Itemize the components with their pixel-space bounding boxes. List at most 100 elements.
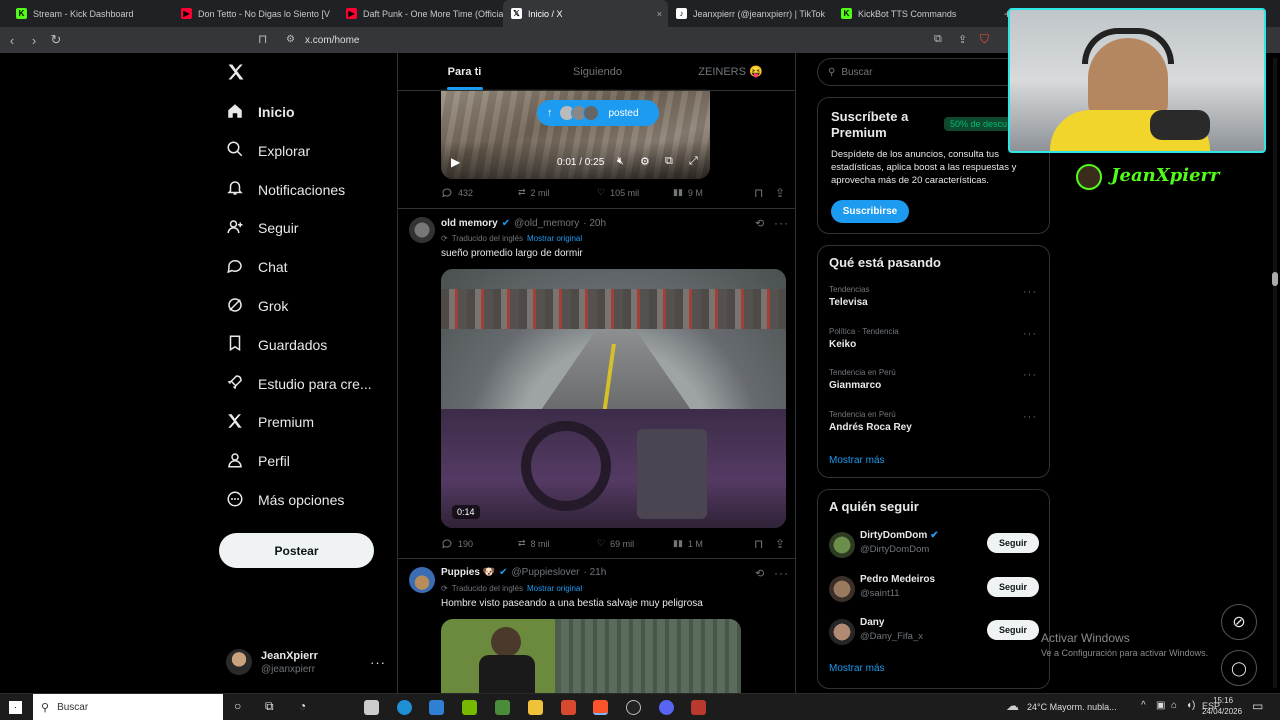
post-button[interactable]: Postear <box>219 533 374 568</box>
taskbar-search[interactable]: ⚲ Buscar <box>33 694 223 720</box>
x-logo-icon[interactable] <box>226 62 246 85</box>
back-icon[interactable]: ‹ <box>2 33 22 48</box>
more-icon[interactable]: ··· <box>774 566 789 580</box>
tab-para-ti[interactable]: Para ti <box>398 53 531 90</box>
url-field[interactable]: x.com/home <box>305 35 359 46</box>
discord-icon[interactable] <box>659 700 674 715</box>
forward-icon[interactable]: › <box>24 33 44 48</box>
scrollbar-track[interactable] <box>1273 58 1277 688</box>
sidebar-item-perfil[interactable]: Perfil <box>226 449 290 473</box>
account-avatar[interactable] <box>226 649 252 675</box>
trend-item[interactable]: Tendencia en Perú Andrés Roca Rey <box>829 410 912 433</box>
speedometer-icon[interactable]: ◔ <box>299 699 306 713</box>
bookmark-icon[interactable]: ⊓ <box>754 537 763 551</box>
weather-icon[interactable]: ☁ <box>1006 698 1019 714</box>
site-info-icon[interactable]: ⚙ <box>286 34 295 45</box>
sidebar-item-más[interactable]: Más opciones <box>226 488 344 512</box>
browser-tab[interactable]: ♪ Jeanxpierr (@jeanxpierr) | TikTok <box>668 0 833 27</box>
share-icon[interactable]: ⇪ <box>775 186 785 200</box>
browser-tab[interactable]: K Stream - Kick Dashboard <box>8 0 173 27</box>
trend-more-icon[interactable]: ··· <box>1023 369 1037 381</box>
cortana-icon[interactable]: ○ <box>234 699 241 713</box>
views-button[interactable]: ▮▮ 9 M <box>673 187 703 198</box>
post-avatar[interactable] <box>409 217 435 243</box>
trend-more-icon[interactable]: ··· <box>1023 328 1037 340</box>
windows-start-icon[interactable] <box>9 701 22 714</box>
grok-icon[interactable]: ⟲ <box>755 567 764 580</box>
reload-icon[interactable]: ↻ <box>46 32 66 48</box>
trend-item[interactable]: Tendencias Televisa <box>829 285 869 308</box>
follow-name-row[interactable]: Dany <box>860 617 884 628</box>
edge-icon[interactable] <box>397 700 412 715</box>
follow-show-more[interactable]: Mostrar más <box>829 663 885 674</box>
like-button[interactable]: ♡ 105 mil <box>597 187 639 198</box>
nvidia-icon[interactable] <box>462 700 477 715</box>
fullscreen-icon[interactable]: ⤢ <box>689 155 698 168</box>
post3-image[interactable] <box>441 619 741 693</box>
follow-button[interactable]: Seguir <box>987 620 1039 640</box>
tab-zeiners[interactable]: ZEINERS 😝 <box>664 53 795 90</box>
app-icon[interactable] <box>561 700 576 715</box>
post-author[interactable]: old memory <box>441 218 498 229</box>
share-icon[interactable]: ⇪ <box>958 33 967 46</box>
sidebar-item-explorar[interactable]: Explorar <box>226 139 310 163</box>
store-icon[interactable] <box>364 700 379 715</box>
play-icon[interactable]: ▶ <box>451 155 460 169</box>
trend-item[interactable]: Política · Tendencia Keiko <box>829 327 899 350</box>
clock-date[interactable]: 24/04/2026 <box>1202 707 1242 716</box>
sidebar-item-premium[interactable]: Premium <box>226 410 314 434</box>
trend-item[interactable]: Tendencia en Perú Gianmarco <box>829 368 896 391</box>
follow-avatar[interactable] <box>829 532 855 558</box>
account-menu-icon[interactable]: ··· <box>370 655 386 670</box>
minecraft-icon[interactable] <box>495 700 510 715</box>
views-button[interactable]: ▮▮ 1 M <box>673 538 703 549</box>
mute-icon[interactable]: 🔇︎ <box>617 155 624 168</box>
folder-icon[interactable] <box>528 700 543 715</box>
trends-show-more[interactable]: Mostrar más <box>829 455 885 466</box>
close-tab-icon[interactable]: × <box>657 9 662 19</box>
brave-icon[interactable] <box>593 700 608 715</box>
grok-icon[interactable]: ⟲ <box>755 217 764 230</box>
sidebar-item-seguir[interactable]: Seguir <box>226 216 298 240</box>
trend-more-icon[interactable]: ··· <box>1023 286 1037 298</box>
follow-button[interactable]: Seguir <box>987 533 1039 553</box>
sidebar-item-notificaciones[interactable]: Notificaciones <box>226 178 345 202</box>
tab-siguiendo[interactable]: Siguiendo <box>531 53 664 90</box>
bookmark-page-icon[interactable]: ⊓ <box>258 32 267 46</box>
post-handle[interactable]: @old_memory <box>514 218 579 229</box>
sidebar-item-grok[interactable]: Grok <box>226 294 288 318</box>
follow-avatar[interactable] <box>829 619 855 645</box>
repost-button[interactable]: ⇄ 2 mil <box>518 187 550 198</box>
new-posts-pill[interactable]: ↑ posted <box>537 100 659 126</box>
follow-avatar[interactable] <box>829 575 855 602</box>
mail-icon[interactable] <box>429 700 444 715</box>
pip-icon[interactable]: ⧉ <box>665 155 673 168</box>
show-original-link[interactable]: Mostrar original <box>527 234 582 243</box>
reply-button[interactable]: 190 <box>441 538 473 550</box>
scrollbar-thumb[interactable] <box>1272 272 1278 286</box>
bookmark-icon[interactable]: ⊓ <box>754 186 763 200</box>
browser-tab[interactable]: ▶ Don Tetto - No Digas lo Siento [V <box>173 0 338 27</box>
weather-text[interactable]: 24°C Mayorm. nubla... <box>1027 702 1117 712</box>
brave-shield-icon[interactable]: ⛉ <box>980 32 989 47</box>
sidebar-item-guardados[interactable]: Guardados <box>226 333 327 357</box>
open-external-icon[interactable]: ⧉ <box>934 33 942 46</box>
follow-name-row[interactable]: DirtyDomDom ✔ <box>860 530 939 541</box>
messages-float-button[interactable]: ◯ <box>1221 650 1257 686</box>
obs-icon[interactable] <box>626 700 641 715</box>
post2-video[interactable]: 0:14 <box>441 269 786 528</box>
app-icon-2[interactable] <box>691 700 706 715</box>
sidebar-item-inicio[interactable]: Inicio <box>226 100 295 124</box>
settings-icon[interactable]: ⚙ <box>640 155 650 168</box>
post-avatar[interactable] <box>409 567 435 593</box>
post-time[interactable]: · 20h <box>583 218 606 229</box>
browser-tab[interactable]: 𝕏 Inicio / X × <box>503 0 668 27</box>
task-view-icon[interactable]: ⧉ <box>265 699 274 714</box>
repost-button[interactable]: ⇄ 8 mil <box>518 538 550 549</box>
volume-icon[interactable]: ◖) <box>1186 700 1195 711</box>
browser-tab[interactable]: ▶ Daft Punk - One More Time (Official <box>338 0 503 27</box>
sidebar-item-estudio[interactable]: Estudio para cre... <box>226 372 372 396</box>
share-icon[interactable]: ⇪ <box>775 537 785 551</box>
grok-float-button[interactable]: ⊘ <box>1221 604 1257 640</box>
network-icon[interactable]: ⌂ <box>1171 700 1177 711</box>
